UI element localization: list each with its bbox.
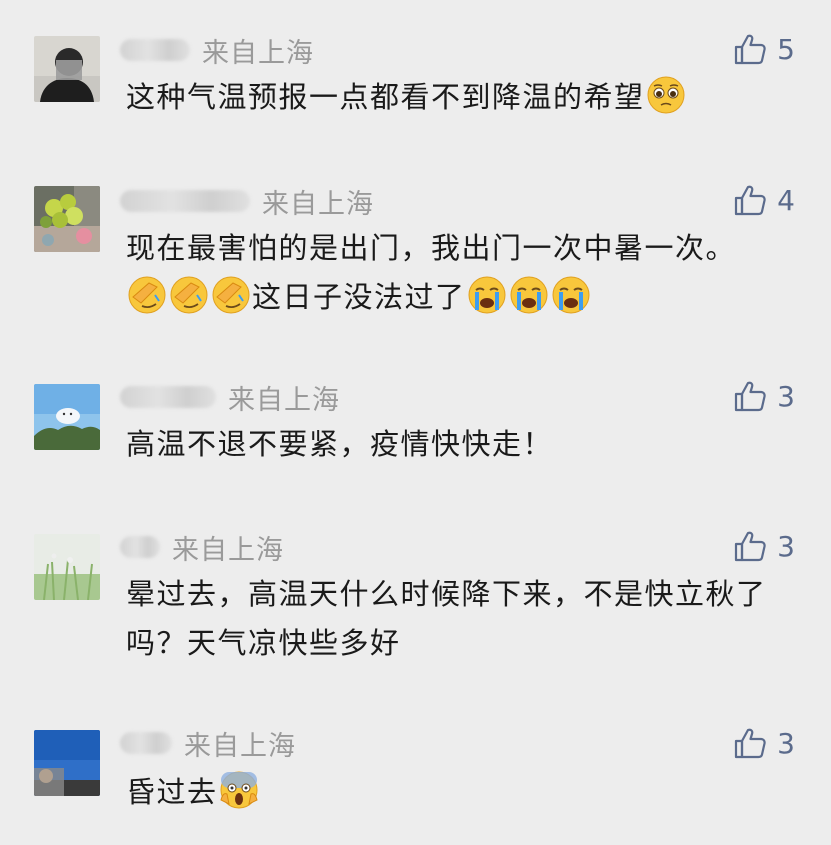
avatar[interactable] — [34, 534, 100, 600]
comment-body: 晕过去，高温天什么时候降下来，不是快立秋了吗？天气凉快些多好 — [126, 577, 767, 660]
like-button[interactable]: 3 — [733, 725, 795, 761]
like-count: 3 — [777, 529, 795, 563]
comment-text: 现在最害怕的是出门，我出门一次中暑一次。 这日子没法过了 — [126, 224, 761, 322]
location-label: 来自上海 — [172, 534, 284, 566]
comment-body: 现在最害怕的是出门，我出门一次中暑一次。 — [126, 231, 737, 265]
comment-text: 高温不退不要紧，疫情快快走！ — [126, 420, 786, 469]
comment-item: 来自上海 4 现在最害怕的是出门，我出门一次中暑一次。 这日子没法过了 — [0, 175, 831, 375]
author-line: 来自上海 — [120, 532, 284, 566]
like-button[interactable]: 5 — [733, 31, 795, 67]
author-line: 来自上海 — [120, 382, 340, 416]
author-name-blurred[interactable] — [120, 39, 190, 61]
avatar[interactable] — [34, 730, 100, 796]
avatar[interactable] — [34, 384, 100, 450]
thumbs-up-icon — [733, 379, 767, 413]
comment-text: 昏过去 — [126, 768, 786, 817]
location-label: 来自上海 — [202, 37, 314, 69]
location-label: 来自上海 — [262, 188, 374, 220]
comment-text: 这种气温预报一点都看不到降温的希望 — [126, 73, 786, 122]
like-button[interactable]: 3 — [733, 528, 795, 564]
comment-body: 昏过去 — [126, 775, 218, 809]
comment-text: 晕过去，高温天什么时候降下来，不是快立秋了吗？天气凉快些多好 — [126, 570, 791, 668]
like-count: 4 — [777, 183, 795, 217]
like-count: 3 — [777, 726, 795, 760]
location-label: 来自上海 — [228, 384, 340, 416]
location-label: 来自上海 — [184, 730, 296, 762]
comment-body: 这日子没法过了 — [252, 280, 466, 314]
thumbs-up-icon — [733, 32, 767, 66]
crying-face-icon — [467, 275, 507, 315]
thumbs-up-icon — [733, 529, 767, 563]
avatar[interactable] — [34, 36, 100, 102]
thumbs-up-icon — [733, 183, 767, 217]
face-palm-icon — [169, 275, 209, 315]
comment-item: 来自上海 3 高温不退不要紧，疫情快快走！ — [0, 375, 831, 525]
author-name-blurred[interactable] — [120, 536, 160, 558]
comment-item: 来自上海 3 昏过去 — [0, 720, 831, 845]
face-palm-icon — [127, 275, 167, 315]
like-button[interactable]: 4 — [733, 182, 795, 218]
author-name-blurred[interactable] — [120, 190, 250, 212]
crying-face-icon — [509, 275, 549, 315]
pleading-face-icon — [646, 75, 686, 115]
comment-body: 高温不退不要紧，疫情快快走！ — [126, 427, 554, 461]
author-line: 来自上海 — [120, 728, 296, 762]
author-name-blurred[interactable] — [120, 386, 216, 408]
comment-item: 来自上海 5 这种气温预报一点都看不到降温的希望 — [0, 0, 831, 175]
screaming-face-icon — [219, 770, 258, 810]
author-line: 来自上海 — [120, 186, 374, 220]
comment-item: 来自上海 3 晕过去，高温天什么时候降下来，不是快立秋了吗？天气凉快些多好 — [0, 525, 831, 720]
author-name-blurred[interactable] — [120, 732, 172, 754]
like-count: 5 — [777, 32, 795, 66]
comment-body: 这种气温预报一点都看不到降温的希望 — [126, 80, 645, 114]
like-button[interactable]: 3 — [733, 378, 795, 414]
crying-face-icon — [551, 275, 591, 315]
like-count: 3 — [777, 379, 795, 413]
thumbs-up-icon — [733, 726, 767, 760]
face-palm-icon — [211, 275, 251, 315]
avatar[interactable] — [34, 186, 100, 252]
author-line: 来自上海 — [120, 35, 314, 69]
